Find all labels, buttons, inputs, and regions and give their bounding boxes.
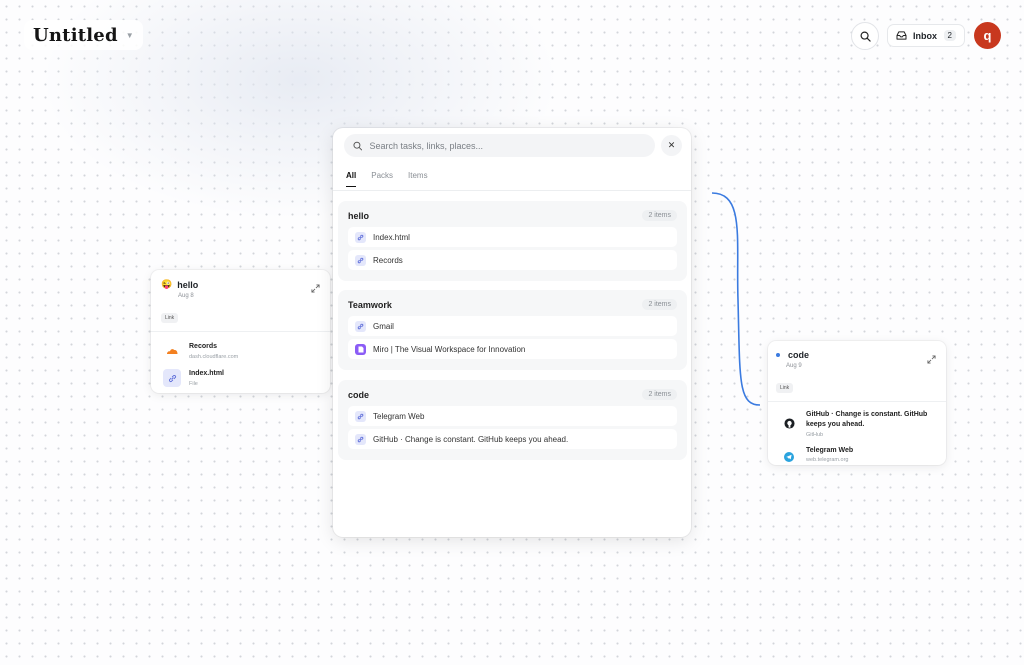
filter-tabs: All Packs Items xyxy=(346,171,428,187)
pack-date: Aug 9 xyxy=(786,363,802,369)
result-item-label: Telegram Web xyxy=(373,411,425,421)
inbox-icon xyxy=(896,31,907,40)
list-item[interactable]: Telegram Web web.telegram.org xyxy=(768,438,946,465)
group-count-badge: 2 items xyxy=(642,299,677,310)
pack-card-hello[interactable]: 😜 hello Aug 8 Link Records dash.cloudfla… xyxy=(151,270,330,393)
group-name[interactable]: hello xyxy=(348,211,369,221)
link-icon xyxy=(355,231,366,243)
search-button[interactable] xyxy=(851,22,879,50)
result-group-code: code 2 items Telegram Web GitHub · Chang… xyxy=(338,380,687,460)
link-icon xyxy=(355,254,366,266)
inbox-button[interactable]: Inbox 2 xyxy=(887,24,965,47)
avatar[interactable]: q xyxy=(974,22,1001,49)
pack-title: hello xyxy=(177,279,199,290)
link-icon xyxy=(355,433,366,445)
link-icon xyxy=(355,320,366,332)
list-item[interactable]: Records dash.cloudflare.com xyxy=(151,332,330,360)
result-item[interactable]: Gmail xyxy=(348,316,677,336)
search-input[interactable] xyxy=(369,140,646,151)
inbox-label: Inbox xyxy=(913,30,937,41)
github-icon xyxy=(780,414,798,432)
result-item[interactable]: GitHub · Change is constant. GitHub keep… xyxy=(348,429,677,449)
tab-divider xyxy=(333,190,691,191)
list-item-title: GitHub · Change is constant. GitHub keep… xyxy=(806,411,928,428)
list-item-title: Records xyxy=(189,343,218,350)
status-dot xyxy=(776,353,780,357)
link-icon xyxy=(163,369,181,387)
pack-tag[interactable]: Link xyxy=(161,313,179,323)
result-item[interactable]: Index.html xyxy=(348,227,677,247)
result-group-teamwork: Teamwork 2 items Gmail Miro | The Visual… xyxy=(338,290,687,370)
tab-items[interactable]: Items xyxy=(408,171,428,180)
inbox-count-badge: 2 xyxy=(943,30,956,41)
expand-icon[interactable] xyxy=(927,351,936,369)
group-count-badge: 2 items xyxy=(642,389,677,400)
result-item[interactable]: Records xyxy=(348,250,677,270)
result-item-label: GitHub · Change is constant. GitHub keep… xyxy=(373,434,569,444)
list-item-title: Telegram Web xyxy=(806,446,854,454)
result-item-label: Records xyxy=(373,255,403,265)
pack-title: code xyxy=(788,350,810,360)
search-icon xyxy=(860,31,871,42)
close-button[interactable]: ✕ xyxy=(661,135,682,156)
list-item-title: Index.html xyxy=(189,370,225,377)
list-item-subtitle: File xyxy=(189,380,198,387)
link-icon xyxy=(355,410,366,422)
result-item-label: Gmail xyxy=(373,321,394,331)
connector-line xyxy=(711,192,761,406)
pack-tag[interactable]: Link xyxy=(776,383,794,393)
pack-date: Aug 8 xyxy=(178,293,194,299)
pack-card-code[interactable]: code Aug 9 Link GitHub · Change is const… xyxy=(768,341,946,465)
list-item[interactable]: GitHub · Change is constant. GitHub keep… xyxy=(768,402,946,438)
telegram-icon xyxy=(780,448,798,465)
board-title-button[interactable]: Untitled ▼ xyxy=(24,20,143,50)
pack-emoji: 😜 xyxy=(161,279,173,289)
tab-packs[interactable]: Packs xyxy=(371,171,393,180)
search-icon xyxy=(353,141,363,150)
group-count-badge: 2 items xyxy=(642,210,677,221)
tab-all[interactable]: All xyxy=(346,171,357,187)
list-item[interactable]: Index.html File xyxy=(151,360,330,387)
chevron-down-icon: ▼ xyxy=(125,30,134,40)
list-item-subtitle: dash.cloudflare.com xyxy=(189,353,239,360)
file-icon xyxy=(355,343,366,355)
group-name[interactable]: Teamwork xyxy=(348,300,392,310)
result-item[interactable]: Telegram Web xyxy=(348,406,677,426)
search-bar[interactable] xyxy=(344,134,655,157)
list-item-subtitle: web.telegram.org xyxy=(806,457,849,464)
result-item[interactable]: Miro | The Visual Workspace for Innovati… xyxy=(348,339,677,359)
group-name[interactable]: code xyxy=(348,390,369,400)
search-panel: ✕ All Packs Items hello 2 items Index.ht… xyxy=(333,128,691,537)
cloudflare-icon xyxy=(163,342,181,360)
result-item-label: Miro | The Visual Workspace for Innovati… xyxy=(373,344,526,354)
list-item-subtitle: GitHub xyxy=(806,431,824,438)
result-item-label: Index.html xyxy=(373,232,410,242)
board-title: Untitled xyxy=(33,24,118,46)
result-group-hello: hello 2 items Index.html Records xyxy=(338,201,687,281)
expand-icon[interactable] xyxy=(311,280,320,298)
